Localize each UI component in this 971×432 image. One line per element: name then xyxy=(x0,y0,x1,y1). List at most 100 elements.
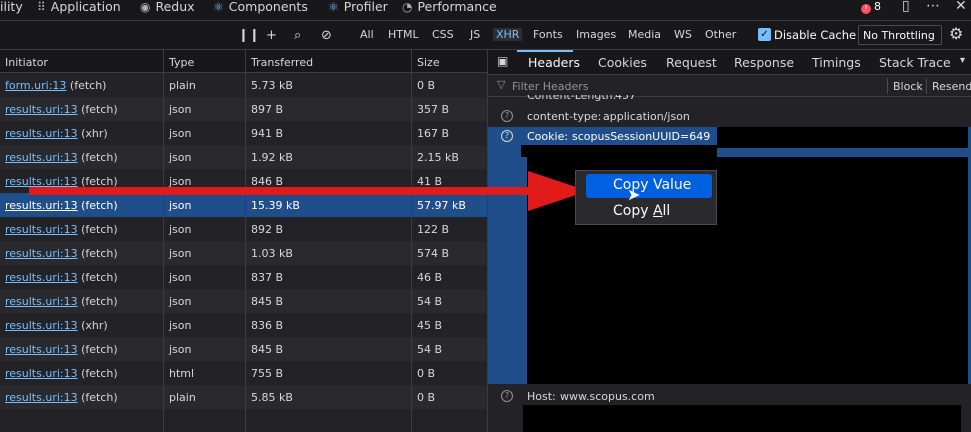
copy-all-menu-item[interactable]: Copy All xyxy=(613,203,670,219)
size-cell: 0 B xyxy=(417,391,436,404)
table-row[interactable]: results.uri:13 (fetch) plain 5.85 kB 0 B xyxy=(0,385,487,409)
throttling-select[interactable]: No Throttling xyxy=(858,25,942,45)
type-cell: json xyxy=(169,151,192,164)
menu-item-accelerator: A xyxy=(652,203,663,219)
column-divider[interactable] xyxy=(411,50,412,432)
column-divider[interactable] xyxy=(163,50,164,432)
search-icon[interactable]: ⌕ xyxy=(294,28,301,43)
column-type[interactable]: Type xyxy=(169,56,194,69)
table-row[interactable]: results.uri:13 (fetch) html 755 B 0 B xyxy=(0,361,487,385)
filter-other[interactable]: Other xyxy=(705,28,736,41)
tab-request[interactable]: Request xyxy=(666,55,717,70)
filter-ws[interactable]: WS xyxy=(674,28,692,41)
column-size[interactable]: Size xyxy=(417,56,440,69)
cookie-header-selected[interactable]: ? Cookie: scopusSessionUUID=649 xyxy=(488,127,971,384)
tab-application[interactable]: ⠿ Application xyxy=(37,0,121,21)
initiator-link[interactable]: results.uri:13 xyxy=(5,223,78,236)
initiator-link[interactable]: results.uri:13 xyxy=(5,127,78,140)
gear-icon[interactable]: ⚙ xyxy=(949,24,963,43)
sidebar-toggle-icon[interactable]: ▣ xyxy=(497,54,508,68)
help-icon[interactable]: ? xyxy=(501,110,513,122)
initiator-link[interactable]: results.uri:13 xyxy=(5,391,78,404)
initiator-link[interactable]: results.uri:13 xyxy=(5,343,78,356)
tab-response[interactable]: Response xyxy=(734,55,794,70)
tab-cookies[interactable]: Cookies xyxy=(598,55,647,70)
filter-css[interactable]: CSS xyxy=(432,28,454,41)
header-row[interactable]: Content-Length: 457 xyxy=(488,95,971,107)
copy-value-menu-item[interactable]: Copy Value xyxy=(586,174,712,198)
initiator-link[interactable]: results.uri:13 xyxy=(5,295,78,308)
header-row[interactable]: ? content-type: application/json xyxy=(488,107,971,126)
chevron-down-icon[interactable]: ▾ xyxy=(960,55,965,66)
help-icon[interactable]: ? xyxy=(501,130,513,142)
tab-profiler[interactable]: ⚛ Profiler xyxy=(328,0,388,21)
size-cell: 2.15 kB xyxy=(417,151,459,164)
table-row[interactable]: results.uri:13 (fetch) json 897 B 357 B xyxy=(0,97,487,121)
divider xyxy=(926,78,927,94)
filter-fonts[interactable]: Fonts xyxy=(533,28,563,41)
error-count-badge[interactable]: ! 8 xyxy=(861,0,881,14)
initiator-link[interactable]: results.uri:13 xyxy=(5,247,78,260)
initiator-cell: results.uri:13 (xhr) xyxy=(5,127,108,140)
tab-label: Profiler xyxy=(343,0,388,14)
filter-headers-input[interactable]: Filter Headers xyxy=(512,80,589,93)
tab-headers[interactable]: Headers xyxy=(528,55,580,70)
gauge-icon: ◔ xyxy=(402,0,413,14)
more-icon[interactable]: ⋯ xyxy=(926,0,940,13)
initiator-cell: results.uri:13 (fetch) xyxy=(5,247,118,260)
header-value: application/json xyxy=(603,110,690,123)
type-cell: json xyxy=(169,319,192,332)
tab-stack-trace[interactable]: Stack Trace xyxy=(879,55,951,70)
table-row[interactable]: results.uri:13 (fetch) json 1.03 kB 574 B xyxy=(0,241,487,265)
filter-js[interactable]: JS xyxy=(470,28,480,41)
table-row[interactable]: results.uri:13 (xhr) json 836 B 45 B xyxy=(0,313,487,337)
add-icon[interactable]: + xyxy=(266,28,277,43)
tab-redux[interactable]: ◉ Redux xyxy=(140,0,195,21)
table-row[interactable]: results.uri:13 (fetch) json 1.92 kB 2.15 kB xyxy=(0,145,487,169)
initiator-link[interactable]: form.uri:13 xyxy=(5,79,66,92)
help-icon[interactable]: ? xyxy=(501,390,513,402)
dock-icon[interactable]: ▯ xyxy=(902,0,910,13)
filter-images[interactable]: Images xyxy=(576,28,616,41)
filter-media[interactable]: Media xyxy=(628,28,661,41)
filter-xhr[interactable]: XHR xyxy=(493,28,523,41)
table-row[interactable]: form.uri:13 (fetch) plain 5.73 kB 0 B xyxy=(0,73,487,97)
header-row[interactable]: ? Host: www.scopus.com xyxy=(488,387,971,406)
table-row[interactable]: results.uri:13 (fetch) json 845 B 54 B xyxy=(0,289,487,313)
close-icon[interactable]: ✕ xyxy=(955,0,967,13)
resend-button[interactable]: Resend xyxy=(932,80,971,93)
table-row[interactable]: results.uri:13 (fetch) json 845 B 54 B xyxy=(0,337,487,361)
size-cell: 574 B xyxy=(417,247,450,260)
column-divider[interactable] xyxy=(245,50,246,432)
table-row[interactable]: results.uri:13 (xhr) json 941 B 167 B xyxy=(0,121,487,145)
tab-performance[interactable]: ◔ Performance xyxy=(402,0,497,21)
initiator-link[interactable]: results.uri:13 xyxy=(5,319,78,332)
header-name: Host: xyxy=(527,390,556,403)
filter-all[interactable]: All xyxy=(360,28,374,41)
table-row[interactable]: results.uri:13 (fetch) json 837 B 46 B xyxy=(0,265,487,289)
header-value: scopusSessionUUID=649 xyxy=(572,130,711,143)
table-row[interactable]: results.uri:13 (fetch) json 892 B 122 B xyxy=(0,217,487,241)
tab-accessibility[interactable]: ility xyxy=(0,0,23,21)
initiator-link[interactable]: results.uri:13 xyxy=(5,199,78,212)
column-transferred[interactable]: Transferred xyxy=(251,56,313,69)
disable-cache-checkbox[interactable]: ✓ xyxy=(758,28,771,41)
tab-timings[interactable]: Timings xyxy=(812,55,861,70)
block-button[interactable]: Block xyxy=(893,80,923,93)
tab-components[interactable]: ⚛ Components xyxy=(213,0,308,21)
initiator-kind: (fetch) xyxy=(69,79,107,92)
initiator-link[interactable]: results.uri:13 xyxy=(5,151,78,164)
type-cell: json xyxy=(169,223,192,236)
clear-icon[interactable]: ⊘ xyxy=(321,28,332,43)
table-row[interactable]: results.uri:13 (fetch) json 15.39 kB 57.97 … xyxy=(0,193,487,217)
redacted-block xyxy=(717,127,968,148)
initiator-link[interactable]: results.uri:13 xyxy=(5,271,78,284)
type-cell: json xyxy=(169,247,192,260)
type-cell: plain xyxy=(169,79,196,92)
filter-html[interactable]: HTML xyxy=(388,28,419,41)
initiator-link[interactable]: results.uri:13 xyxy=(5,103,78,116)
initiator-link[interactable]: results.uri:13 xyxy=(5,367,78,380)
tab-label: Application xyxy=(50,0,121,14)
column-initiator[interactable]: Initiator xyxy=(5,56,48,69)
pause-icon[interactable]: ❙❙ xyxy=(238,28,260,43)
